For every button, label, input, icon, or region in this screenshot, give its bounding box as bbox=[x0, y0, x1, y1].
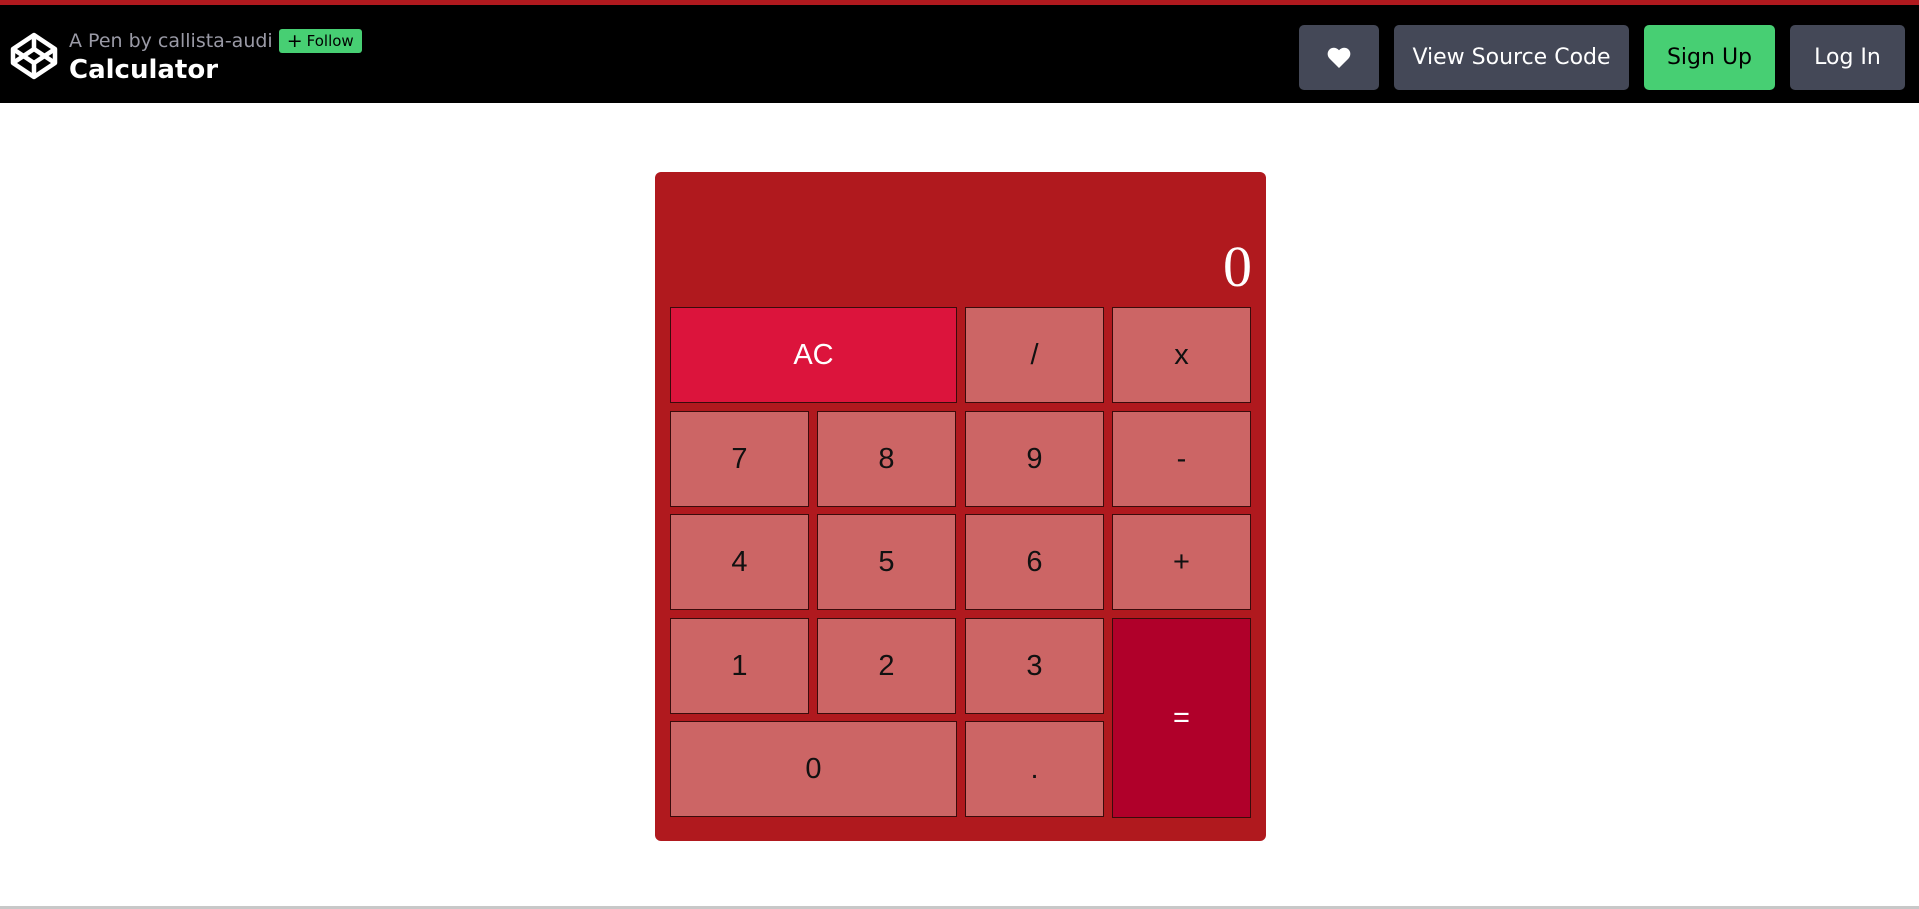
digit-3-button[interactable]: 3 bbox=[965, 618, 1104, 714]
digit-4-button[interactable]: 4 bbox=[670, 514, 809, 610]
log-in-button[interactable]: Log In bbox=[1790, 25, 1905, 90]
heart-icon bbox=[1327, 47, 1351, 68]
digit-1-button[interactable]: 1 bbox=[670, 618, 809, 714]
equals-button[interactable]: = bbox=[1112, 618, 1251, 818]
digit-7-button[interactable]: 7 bbox=[670, 411, 809, 507]
pen-title: Calculator bbox=[69, 55, 219, 85]
plus-icon: + bbox=[286, 29, 303, 52]
digit-8-button[interactable]: 8 bbox=[817, 411, 956, 507]
follow-button[interactable]: + Follow bbox=[278, 29, 362, 53]
digit-2-button[interactable]: 2 bbox=[817, 618, 956, 714]
byline-prefix: A Pen by bbox=[69, 30, 152, 52]
author-link[interactable]: callista-audi bbox=[158, 30, 273, 52]
digit-0-button[interactable]: 0 bbox=[670, 721, 957, 817]
pen-byline: A Pen by callista-audi + Follow bbox=[69, 27, 362, 55]
add-button[interactable]: + bbox=[1112, 514, 1251, 610]
follow-label: Follow bbox=[306, 32, 354, 50]
digit-6-button[interactable]: 6 bbox=[965, 514, 1104, 610]
decimal-button[interactable]: . bbox=[965, 721, 1104, 817]
calculator-display: 0 bbox=[1223, 234, 1252, 299]
ac-button[interactable]: AC bbox=[670, 307, 957, 403]
heart-button[interactable] bbox=[1299, 25, 1379, 90]
multiply-button[interactable]: x bbox=[1112, 307, 1251, 403]
subtract-button[interactable]: - bbox=[1112, 411, 1251, 507]
calculator: 0 AC / x 7 8 9 - 4 5 6 + 1 2 3 = 0 . bbox=[655, 172, 1266, 841]
view-source-button[interactable]: View Source Code bbox=[1394, 25, 1629, 90]
digit-9-button[interactable]: 9 bbox=[965, 411, 1104, 507]
codepen-header: A Pen by callista-audi + Follow Calculat… bbox=[0, 0, 1919, 103]
sign-up-button[interactable]: Sign Up bbox=[1644, 25, 1775, 90]
codepen-logo-icon[interactable] bbox=[10, 32, 58, 80]
divide-button[interactable]: / bbox=[965, 307, 1104, 403]
digit-5-button[interactable]: 5 bbox=[817, 514, 956, 610]
